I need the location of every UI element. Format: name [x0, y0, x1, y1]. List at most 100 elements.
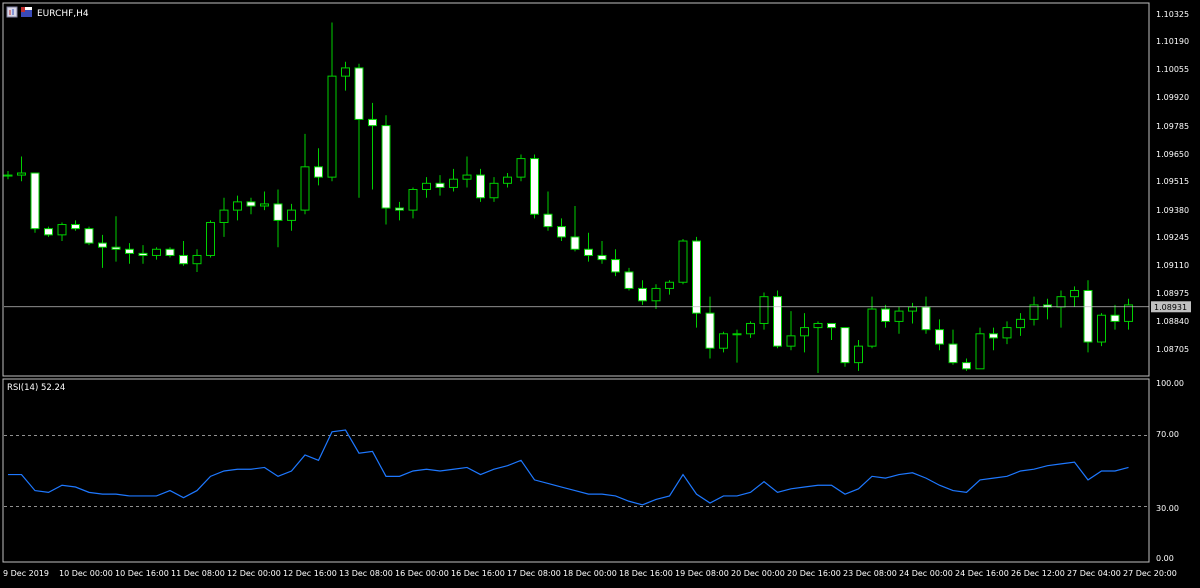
candle-body-bear [638, 287, 647, 302]
candle-body-bull [719, 333, 728, 349]
candle-body-bull [813, 322, 823, 329]
candle-body-bull [894, 310, 904, 322]
candle [206, 220, 215, 258]
candle-body-bear [624, 271, 634, 289]
price-tick-label: 1.10325 [1156, 10, 1189, 19]
candle [773, 290, 782, 349]
chart-window[interactable]: EURCHF,H4 RSI(14) 52.24 1.10325 1.10190 … [0, 0, 1200, 584]
current-price-label: 1.08931 [1154, 303, 1187, 312]
candle-body-bull [489, 182, 499, 199]
price-tick-label: 1.08705 [1156, 345, 1189, 354]
candle-body-bull [287, 209, 296, 221]
time-tick-label: 10 Dec 16:00 [115, 569, 169, 578]
candle-body-bull [152, 248, 161, 256]
candle [678, 238, 688, 285]
candle-body-bull [975, 333, 985, 370]
candle-body-bear [395, 207, 404, 211]
time-tick-label: 9 Dec 2019 [3, 569, 49, 578]
current-price-tag: 1.08931 [1151, 301, 1191, 313]
flag-icon[interactable] [21, 7, 32, 17]
candle [1097, 313, 1106, 347]
price-tick-label: 1.09515 [1156, 177, 1189, 186]
symbol-label: EURCHF,H4 [37, 9, 89, 19]
candle-body-bear [71, 224, 80, 230]
candle [975, 327, 985, 370]
candle-body-bear [476, 174, 485, 199]
time-tick-label: 16 Dec 16:00 [451, 569, 505, 578]
rsi-tick-label: 30.00 [1156, 504, 1179, 513]
candle-body-bull [503, 176, 512, 184]
candle-body-bull [759, 296, 769, 324]
candle [381, 115, 391, 225]
time-tick-label: 11 Dec 08:00 [171, 569, 225, 578]
candle-body-bear [773, 296, 782, 347]
candle-body-bull [206, 221, 215, 256]
candle [530, 154, 539, 219]
candle-body-bear [273, 203, 283, 221]
price-tick-label: 1.09920 [1156, 93, 1189, 102]
time-tick-label: 20 Dec 16:00 [787, 569, 841, 578]
candle [30, 172, 40, 233]
rsi-title: RSI(14) 52.24 [7, 383, 65, 393]
candle-body-bear [557, 226, 566, 238]
candle [1083, 280, 1093, 353]
time-tick-label: 27 Dec 20:00 [1123, 569, 1177, 578]
candle-body-bear [921, 306, 931, 331]
rsi-tick-label: 0.00 [1156, 554, 1174, 563]
candle [516, 154, 526, 182]
price-tick-label: 1.10055 [1156, 65, 1189, 74]
candle-body-bull [233, 201, 242, 211]
candle [84, 226, 94, 246]
candle-body-bear [314, 166, 323, 178]
candle-body-bear [368, 118, 377, 127]
candle-body-bear [30, 172, 40, 230]
time-tick-label: 12 Dec 16:00 [283, 569, 337, 578]
time-tick-label: 18 Dec 00:00 [563, 569, 617, 578]
candle-body-bull [449, 178, 458, 188]
candle-body-bear [989, 333, 998, 339]
rsi-tick-label: 100.00 [1156, 379, 1184, 388]
candle-body-bull [1056, 296, 1066, 308]
candle-body-bear [962, 362, 971, 370]
price-tick-label: 1.08840 [1156, 317, 1189, 326]
candle-body-bull [665, 281, 674, 289]
candle-body-bull [3, 174, 13, 177]
candle-body-bear [125, 248, 134, 254]
candle-body-bear [611, 259, 620, 273]
candle-body-bull [516, 158, 526, 178]
candle-body-bull [1070, 289, 1079, 298]
candle-body-bear [570, 236, 580, 250]
candle-body-bear [111, 246, 121, 250]
time-tick-label: 12 Dec 00:00 [227, 569, 281, 578]
candle-body-bear [84, 228, 94, 244]
price-tick-label: 1.08975 [1156, 289, 1189, 298]
time-tick-label: 23 Dec 08:00 [843, 569, 897, 578]
candle-body-bull [854, 345, 863, 364]
candle-body-bull [422, 182, 431, 190]
candle-body-bull [1124, 304, 1133, 322]
candle-body-bull [192, 254, 202, 265]
chart-window-icon[interactable] [6, 6, 18, 18]
candle-body-bear [165, 248, 175, 256]
price-tick-label: 1.09245 [1156, 233, 1189, 242]
price-tick-label: 1.09650 [1156, 150, 1189, 159]
time-tick-label: 19 Dec 08:00 [675, 569, 729, 578]
candle [840, 327, 850, 367]
candle-body-bull [17, 172, 26, 176]
candle-body-bull [408, 189, 418, 211]
time-tick-label: 27 Dec 04:00 [1067, 569, 1121, 578]
rsi-tick-label: 70.00 [1156, 430, 1179, 439]
candle-body-bull [651, 287, 661, 302]
candle-body-bull [867, 308, 877, 347]
candle-body-bear [935, 329, 944, 345]
time-tick-label: 18 Dec 16:00 [619, 569, 673, 578]
candle-body-bear [381, 125, 391, 209]
candle-body-bull [327, 75, 337, 178]
candle-body-bear [246, 201, 256, 207]
chart-canvas[interactable]: EURCHF,H4 RSI(14) 52.24 1.10325 1.10190 … [0, 0, 1200, 584]
candle-body-bear [435, 182, 445, 188]
candle-body-bull [800, 327, 809, 337]
candle-body-bull [341, 67, 350, 77]
time-tick-label: 26 Dec 12:00 [1011, 569, 1065, 578]
candle-body-bear [881, 308, 890, 322]
